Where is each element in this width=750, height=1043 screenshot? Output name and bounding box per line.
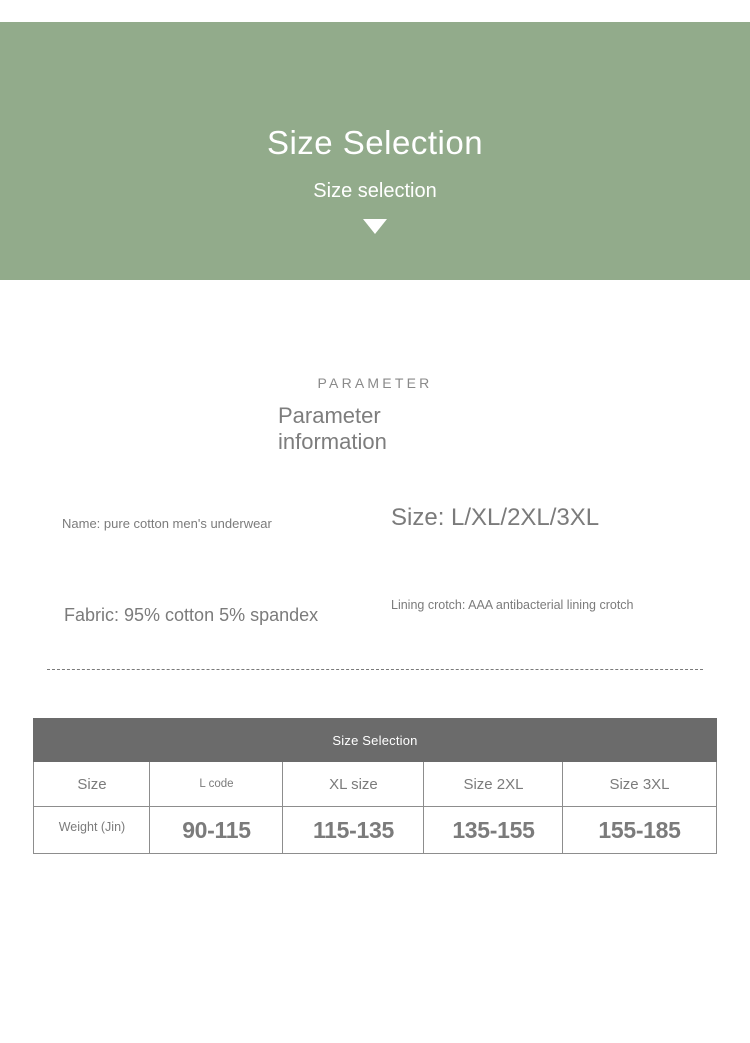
triangle-down-icon — [363, 219, 387, 234]
parameter-item-name: Name: pure cotton men's underwear — [62, 516, 272, 531]
parameter-item-fabric: Fabric: 95% cotton 5% spandex — [64, 605, 319, 625]
table-header-xl: XL size — [282, 761, 425, 807]
table-row: Size L code XL size Size 2XL Size 3XL — [33, 761, 717, 807]
table-header-2xl: Size 2XL — [423, 761, 564, 807]
footer-white-space — [0, 854, 750, 985]
table-row: Weight (Jin) 90-115 115-135 135-155 155-… — [33, 806, 717, 854]
parameter-heading: PARAMETER Parameter information — [0, 280, 750, 455]
size-table-wrap: Size Selection Size L code XL size Size … — [0, 718, 750, 854]
parameter-item-size: Size: L/XL/2XL/3XL — [391, 504, 600, 531]
dashed-divider — [47, 669, 703, 670]
hero-banner: Size Selection Size selection — [0, 22, 750, 280]
table-value-2xl: 135-155 — [423, 806, 564, 854]
top-white-strip — [0, 0, 750, 22]
table-rowhead-clipped-line — [35, 834, 148, 841]
parameter-details: Name: pure cotton men's underwear Size: … — [0, 504, 750, 655]
size-table: Size Selection Size L code XL size Size … — [33, 718, 717, 854]
table-value-l: 90-115 — [149, 806, 284, 854]
table-value-xl: 115-135 — [282, 806, 425, 854]
table-caption-row: Size Selection — [33, 718, 717, 762]
table-value-3xl: 155-185 — [562, 806, 717, 854]
table-rowhead-weight-label: Weight (Jin) — [58, 819, 126, 834]
table-rowhead-weight: Weight (Jin) — [33, 806, 151, 854]
page-subtitle: Size selection — [313, 180, 437, 202]
table-header-l: L code — [149, 761, 284, 807]
table-header-size: Size — [33, 761, 151, 807]
section-divider-wrap — [0, 655, 750, 670]
page-title: Size Selection — [266, 124, 484, 161]
table-header-3xl: Size 3XL — [562, 761, 717, 807]
parameter-eyebrow: PARAMETER — [317, 375, 433, 391]
parameter-title: Parameter information — [278, 403, 387, 454]
size-table-caption: Size Selection — [33, 718, 717, 762]
parameter-item-lining: Lining crotch: AAA antibacterial lining … — [391, 598, 634, 612]
